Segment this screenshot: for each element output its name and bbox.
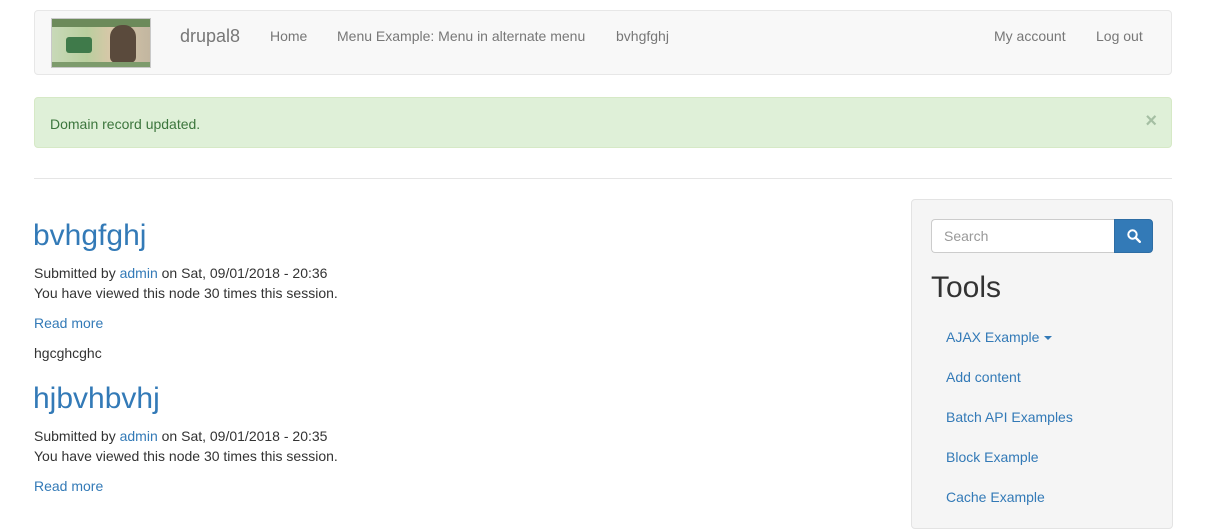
read-more-link[interactable]: Read more	[34, 315, 103, 331]
search-icon	[1127, 229, 1141, 243]
search-button[interactable]	[1114, 219, 1153, 253]
author-link[interactable]: admin	[120, 265, 158, 281]
sidebar: Tools AJAX Example Add content Batch API…	[911, 199, 1173, 529]
nav-link-bvhgfghj[interactable]: bvhgfghj	[616, 28, 669, 44]
node-submitted: Submitted by admin on Sat, 09/01/2018 - …	[34, 265, 327, 281]
logo-banknote-emblem	[66, 37, 92, 53]
node-submitted: Submitted by admin on Sat, 09/01/2018 - …	[34, 428, 327, 444]
tool-link-ajax-example[interactable]: AJAX Example	[946, 329, 1053, 345]
search-input[interactable]	[931, 219, 1115, 253]
tool-link-cache-example[interactable]: Cache Example	[946, 489, 1045, 505]
tools-heading: Tools	[931, 271, 1002, 304]
status-message: Domain record updated. ×	[34, 97, 1172, 148]
site-logo[interactable]	[51, 18, 151, 68]
nav-link-log-out[interactable]: Log out	[1096, 28, 1143, 44]
submitted-prefix: Submitted by	[34, 265, 120, 281]
site-name-link[interactable]: drupal8	[180, 26, 240, 47]
tool-link-block-example[interactable]: Block Example	[946, 449, 1039, 465]
nav-link-home[interactable]: Home	[270, 28, 307, 44]
submitted-date: on Sat, 09/01/2018 - 20:35	[157, 428, 328, 444]
nav-link-menu-example[interactable]: Menu Example: Menu in alternate menu	[337, 28, 585, 44]
read-more-link[interactable]: Read more	[34, 478, 103, 494]
node-view-count: You have viewed this node 30 times this …	[34, 448, 338, 464]
logo-banknote-portrait	[110, 25, 136, 63]
submitted-prefix: Submitted by	[34, 428, 120, 444]
tool-link-label: AJAX Example	[946, 329, 1040, 345]
status-message-text: Domain record updated.	[50, 116, 201, 132]
logo-banknote-band	[52, 19, 150, 27]
node-title-link[interactable]: bvhgfghj	[33, 221, 146, 251]
caret-down-icon	[1044, 336, 1053, 341]
close-icon[interactable]: ×	[1145, 111, 1157, 131]
node-body: hgcghcghc	[34, 345, 102, 361]
node-title-link[interactable]: hjbvhbvhj	[33, 384, 160, 414]
tool-link-add-content[interactable]: Add content	[946, 369, 1021, 385]
author-link[interactable]: admin	[120, 428, 158, 444]
submitted-date: on Sat, 09/01/2018 - 20:36	[157, 265, 328, 281]
logo-banknote-band-bottom	[52, 62, 150, 67]
node-view-count: You have viewed this node 30 times this …	[34, 285, 338, 301]
tool-link-batch-api-examples[interactable]: Batch API Examples	[946, 409, 1073, 425]
content-divider	[34, 178, 1172, 179]
top-navbar: drupal8 Home Menu Example: Menu in alter…	[34, 10, 1172, 75]
nav-link-my-account[interactable]: My account	[994, 28, 1066, 44]
